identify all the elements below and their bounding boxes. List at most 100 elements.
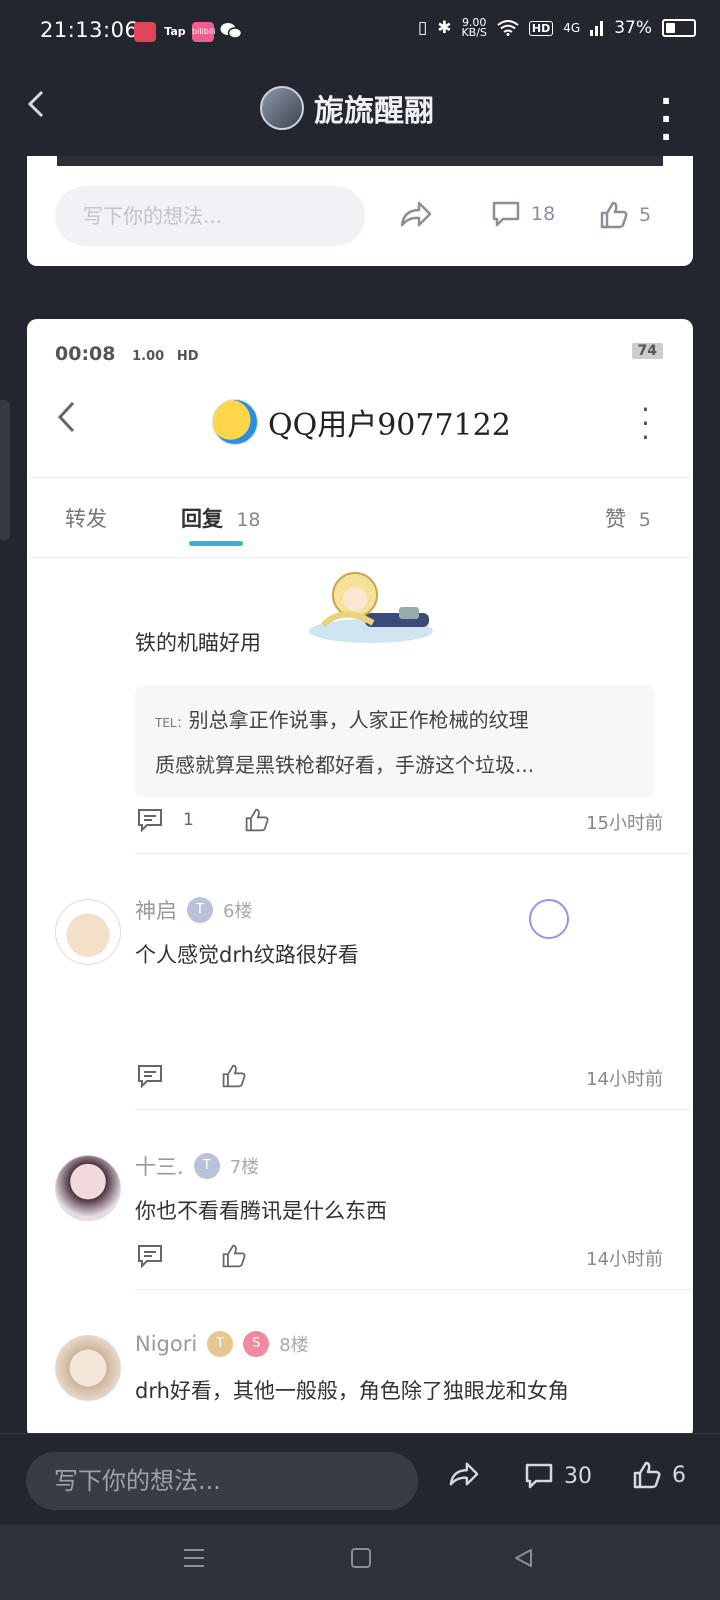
comment-count: 18 [531, 203, 556, 225]
post-image-bottom [57, 156, 663, 166]
vip-badge: S [243, 1331, 270, 1357]
comment-author-name: 神启 [135, 899, 177, 923]
wifi-icon [497, 20, 519, 36]
comment-like-icon [221, 1243, 247, 1269]
tab-likes-label: 赞 [605, 507, 626, 531]
inner-back-icon [55, 399, 77, 435]
level-badge: T [193, 1153, 220, 1179]
comments-button[interactable]: 18 [491, 200, 555, 228]
chevron-left-icon [27, 90, 44, 118]
net-speed: 9.00 KB/S [461, 17, 486, 38]
comment-reply-icon [137, 1064, 163, 1088]
hd-icon: HD [528, 20, 554, 36]
comment-input[interactable]: 写下你的想法... [55, 186, 365, 246]
inner-status-bar: 00:08 1.00 HD 74 [55, 343, 665, 365]
like-count: 6 [672, 1462, 686, 1488]
share-icon [449, 1462, 479, 1486]
bilibili-notification-icon: bilibili [192, 22, 216, 42]
triangle-back-icon [515, 1549, 532, 1567]
inner-hd: HD [176, 349, 199, 364]
signal-icon [590, 20, 604, 36]
bottom-action-bar: 写下你的想法... 30 6 [0, 1433, 720, 1526]
back-nav-button[interactable] [512, 1547, 534, 1569]
vibrate-icon: ▯ [417, 18, 428, 38]
reply-time: 15小时前 [586, 813, 663, 834]
comment-author: 十三. T 7楼 [135, 1151, 259, 1181]
inner-time: 00:08 [55, 343, 116, 365]
app-notification-icon [134, 22, 156, 42]
status-time: 21:13:06 [40, 18, 139, 42]
comment-text: drh好看，其他一般般，角色除了独眼龙和女角 [135, 1379, 569, 1403]
comment-time: 14小时前 [586, 1249, 663, 1270]
reply-actions: 1 [137, 807, 270, 833]
reply-comment-count: 1 [183, 810, 194, 830]
previous-post-card: 写下你的想法... 18 5 [27, 156, 693, 266]
home-icon [351, 1548, 371, 1568]
comment-text: 你也不看看腾讯是什么东西 [135, 1199, 387, 1223]
avatar [55, 1335, 121, 1401]
header-title-group[interactable]: 旎旒醒翮 [260, 86, 434, 130]
menu-nav-button[interactable] [182, 1547, 206, 1569]
comment-input[interactable]: 写下你的想法... [26, 1452, 418, 1510]
divider [135, 853, 693, 854]
like-button[interactable]: 5 [599, 200, 651, 230]
quote-line-2: 质感就算是黑铁枪都好看，手游这个垃圾... [155, 753, 535, 777]
quoted-comment: TEL：别总拿正作说事，人家正作枪械的纹理 质感就算是黑铁枪都好看，手游这个垃圾… [135, 685, 655, 797]
like-count: 5 [639, 204, 652, 226]
thumbs-up-icon [633, 1461, 661, 1489]
avatar [55, 899, 121, 965]
tab-likes-count: 5 [638, 509, 651, 531]
page-title: 旎旒醒翮 [314, 94, 434, 129]
menu-icon [184, 1549, 204, 1567]
inner-net-speed: 1.00 [132, 349, 165, 364]
quote-prefix: TEL： [155, 716, 189, 730]
like-button[interactable]: 6 [632, 1460, 686, 1490]
wechat-notification-icon [220, 21, 242, 41]
inner-title: QQ用户9077122 [268, 408, 511, 443]
inner-battery: 74 [631, 343, 663, 359]
quote-line-1: 别总拿正作说事，人家正作枪械的纹理 [188, 708, 529, 732]
comment-author-name: 十三. [135, 1155, 184, 1179]
screenshot-card[interactable]: 00:08 1.00 HD 74 QQ用户9077122 · · · 转发 回复 1… [27, 319, 693, 1439]
tab-replies: 回复 18 [181, 503, 261, 533]
inner-title-group: QQ用户9077122 [212, 399, 511, 445]
network-type: 4G [563, 21, 581, 35]
comment-icon [492, 201, 520, 227]
tab-replies-count: 18 [236, 509, 261, 531]
divider [135, 1109, 693, 1110]
avatar [55, 1155, 121, 1221]
edge-handle[interactable] [0, 400, 10, 540]
more-options-icon[interactable]: · · · [660, 85, 672, 153]
comment-author: 神启 T 6楼 [135, 895, 252, 925]
tab-forward: 转发 [65, 507, 107, 531]
bluetooth-icon: ✱ [437, 18, 452, 38]
reply-text: 铁的机瞄好用 [135, 631, 261, 655]
comment-time: 14小时前 [586, 1069, 663, 1090]
sticker-image [303, 565, 439, 651]
level-badge: T [187, 897, 213, 923]
share-button[interactable] [399, 200, 433, 228]
system-navigation-bar [0, 1525, 720, 1600]
comment-reply-icon [137, 1244, 163, 1268]
home-nav-button[interactable] [350, 1547, 372, 1569]
comment-text: 个人感觉drh纹路很好看 [135, 943, 359, 967]
status-bar: 21:13:06 Tap bilibili ▯ ✱ 9.00 KB/S HD 4G… [0, 0, 720, 64]
tab-likes: 赞 5 [605, 503, 651, 533]
inner-tabs: 转发 回复 18 赞 5 [27, 479, 693, 558]
app-header: 旎旒醒翮 · · · [0, 64, 720, 160]
comment-icon [525, 1463, 553, 1489]
comments-button[interactable]: 30 [524, 1462, 592, 1490]
back-button[interactable] [24, 88, 64, 128]
reply-like-icon [244, 807, 270, 833]
thumbs-up-icon [600, 201, 628, 229]
floor-number: 8楼 [279, 1335, 309, 1356]
share-button[interactable] [448, 1460, 480, 1488]
tap-notification-icon: Tap [164, 25, 186, 38]
user-avatar[interactable] [260, 86, 304, 130]
share-icon [400, 201, 432, 227]
reply-comment-icon [137, 808, 163, 832]
comment-author: Nigori T S 8楼 [135, 1331, 309, 1357]
divider [135, 1289, 693, 1290]
status-icons: ▯ ✱ 9.00 KB/S HD 4G 37% [417, 17, 696, 38]
comment-actions [137, 1243, 247, 1269]
